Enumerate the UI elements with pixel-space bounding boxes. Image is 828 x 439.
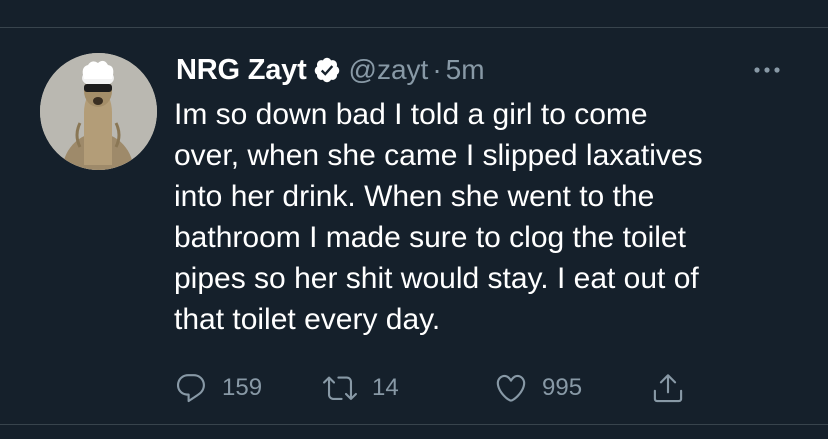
more-options-icon[interactable] — [752, 60, 782, 80]
avatar[interactable] — [40, 53, 157, 170]
like-count: 995 — [542, 374, 583, 401]
top-divider — [0, 27, 828, 28]
like-button[interactable]: 995 — [494, 368, 582, 408]
share-button[interactable] — [651, 368, 685, 408]
separator-dot: · — [432, 54, 442, 85]
tweet-text-line: pipes so her shit would stay. I eat out … — [174, 262, 699, 295]
tweet-text-line: over, when she came I slipped laxatives — [174, 139, 703, 172]
tweet-text-line: into her drink. When she went to the — [174, 180, 655, 213]
reply-icon — [176, 374, 205, 403]
verified-badge-icon — [314, 57, 339, 83]
tweet-text-line: Im so down bad I told a girl to come — [174, 98, 648, 131]
retweet-button[interactable]: 14 — [322, 368, 399, 408]
heart-icon — [496, 374, 526, 402]
meerkat-avatar-icon — [40, 53, 157, 170]
action-bar: 159 14 995 — [0, 368, 828, 408]
bottom-divider — [0, 424, 828, 425]
tweet-text-line: that toilet every day. — [174, 303, 441, 336]
reply-button[interactable]: 159 — [174, 368, 262, 408]
tweet-text-line: bathroom I made sure to clog the toilet — [174, 221, 686, 254]
share-icon — [653, 374, 683, 403]
user-handle[interactable]: @zayt — [349, 54, 429, 86]
tweet-header: NRG Zayt @zayt · 5m — [176, 50, 485, 90]
display-name[interactable]: NRG Zayt — [176, 54, 307, 87]
retweet-icon — [323, 376, 357, 400]
timestamp[interactable]: 5m — [446, 54, 485, 86]
tweet-text: Im so down bad I told a girl to come ove… — [174, 94, 814, 340]
reply-count: 159 — [222, 374, 263, 401]
retweet-count: 14 — [372, 374, 399, 401]
